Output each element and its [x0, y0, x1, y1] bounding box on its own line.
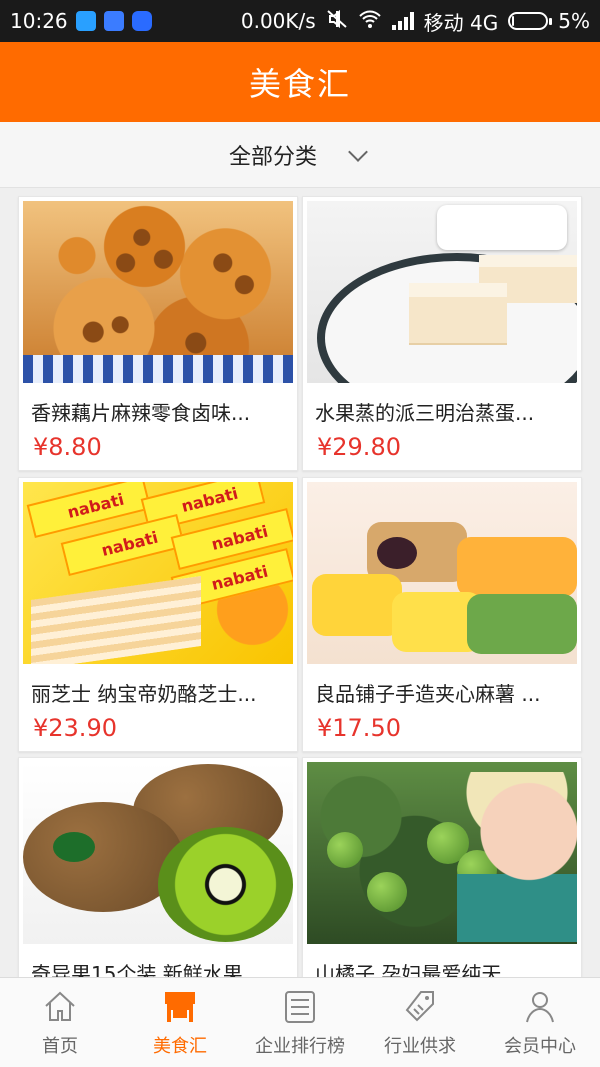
bottom-tab-bar: 首页 美食汇 企业排行榜 行业供求 会员中心 — [0, 977, 600, 1067]
page-title: 美食汇 — [248, 65, 351, 103]
product-card[interactable]: 山橘子 孕妇最爱纯天... — [302, 757, 582, 977]
list-icon — [285, 990, 315, 1023]
tab-member-center[interactable]: 会员中心 — [480, 978, 600, 1067]
tab-ranking[interactable]: 企业排行榜 — [240, 978, 360, 1067]
product-name: 山橘子 孕妇最爱纯天... — [315, 962, 521, 977]
battery-level — [512, 16, 515, 26]
status-bar: 10:26 0.00K/s 移动 4G 5% — [0, 0, 600, 42]
product-image-cheese-wafer — [23, 482, 293, 664]
wifi-icon — [358, 9, 382, 34]
product-image-lotus-chips — [23, 201, 293, 383]
product-card[interactable]: 水果蒸的派三明治蒸蛋... ¥29.80 — [302, 196, 582, 471]
battery-icon — [508, 12, 553, 30]
home-icon — [45, 991, 75, 1021]
product-price: ¥29.80 — [317, 433, 401, 461]
product-price: ¥23.90 — [33, 714, 117, 742]
tab-label: 会员中心 — [504, 1035, 576, 1057]
tab-label: 美食汇 — [153, 1035, 207, 1057]
category-filter-label: 全部分类 — [228, 144, 317, 170]
product-grid: 香辣藕片麻辣零食卤味... ¥8.80 水果蒸的派三明治蒸蛋... ¥29.80… — [0, 190, 600, 977]
user-icon — [526, 991, 554, 1022]
app-header: 美食汇 — [0, 42, 600, 122]
product-name: 良品铺子手造夹心麻薯 ... — [315, 682, 541, 706]
mute-icon — [326, 9, 348, 34]
product-image-kiwi — [23, 762, 293, 944]
shop-icon — [165, 991, 195, 1022]
tag-icon — [405, 990, 434, 1021]
signal-icon — [391, 12, 414, 30]
battery-percent: 5% — [558, 9, 590, 33]
product-card[interactable]: 香辣藕片麻辣零食卤味... ¥8.80 — [18, 196, 298, 471]
product-name: 水果蒸的派三明治蒸蛋... — [315, 401, 535, 425]
product-card[interactable]: 丽芝士 纳宝帝奶酪芝士... ¥23.90 — [18, 477, 298, 752]
product-image-steamed-cake — [307, 201, 577, 383]
chevron-down-icon — [347, 143, 371, 167]
shield-icon — [131, 11, 152, 31]
product-card[interactable]: 良品铺子手造夹心麻薯 ... ¥17.50 — [302, 477, 582, 752]
notification-app-icon — [75, 11, 96, 31]
category-filter[interactable]: 全部分类 — [0, 122, 600, 188]
product-price: ¥8.80 — [33, 433, 102, 461]
product-image-mountain-orange — [307, 762, 577, 944]
product-name: 丽芝士 纳宝帝奶酪芝士... — [31, 682, 257, 706]
tab-label: 企业排行榜 — [255, 1035, 345, 1057]
tab-home[interactable]: 首页 — [0, 978, 120, 1067]
product-name: 香辣藕片麻辣零食卤味... — [31, 401, 251, 425]
baidu-paw-icon — [103, 11, 124, 31]
network-speed: 0.00K/s — [240, 9, 316, 33]
product-name: 奇异果15个装 新鲜水果... — [31, 962, 262, 977]
product-card[interactable]: 奇异果15个装 新鲜水果... — [18, 757, 298, 977]
tab-label: 行业供求 — [384, 1035, 456, 1057]
tab-label: 首页 — [42, 1035, 78, 1057]
tab-food[interactable]: 美食汇 — [120, 978, 240, 1067]
tab-supply-demand[interactable]: 行业供求 — [360, 978, 480, 1067]
carrier-label: 移动 4G — [423, 10, 499, 35]
product-price: ¥17.50 — [317, 714, 401, 742]
status-time: 10:26 — [10, 9, 68, 33]
product-image-mochi — [307, 482, 577, 664]
